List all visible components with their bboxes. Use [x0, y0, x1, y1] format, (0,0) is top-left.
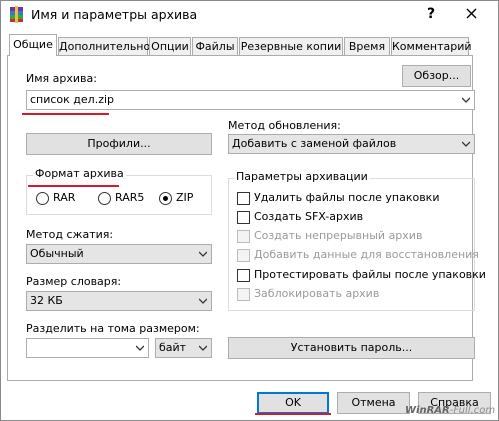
highlight-underline-ok — [255, 413, 331, 415]
update-method-value: Добавить с заменой файлов — [232, 137, 397, 150]
checkbox-create-sfx[interactable] — [237, 211, 250, 224]
radio-zip-label: ZIP — [176, 191, 194, 204]
split-unit-select[interactable]: байт — [155, 338, 212, 358]
tab-general[interactable]: Общие — [9, 34, 57, 56]
dictionary-value: 32 КБ — [30, 294, 63, 307]
checkbox-lock-archive-label: Заблокировать архив — [254, 287, 380, 300]
checkbox-test-files-label: Протестировать файлы после упаковки — [254, 268, 486, 281]
split-label: Разделить на тома размером: — [26, 322, 200, 335]
title-bar: Имя и параметры архива ? — [1, 1, 498, 29]
update-method-label: Метод обновления: — [228, 119, 341, 132]
radio-rar5[interactable] — [98, 192, 111, 205]
set-password-button[interactable]: Установить пароль... — [228, 337, 475, 359]
profiles-button[interactable]: Профили... — [26, 133, 212, 155]
dictionary-label: Размер словаря: — [26, 275, 122, 288]
dictionary-select[interactable]: 32 КБ — [26, 291, 212, 311]
watermark-suffix: -Full.com — [449, 405, 496, 416]
compression-label: Метод сжатия: — [26, 228, 114, 241]
highlight-underline-name — [22, 113, 109, 115]
checkbox-recovery-record-label: Добавить данные для восстановления — [254, 248, 479, 261]
split-unit-value: байт — [159, 341, 187, 354]
checkbox-delete-files[interactable] — [237, 192, 250, 205]
checkbox-recovery-record[interactable] — [237, 249, 250, 262]
radio-zip[interactable] — [159, 192, 172, 205]
chevron-down-icon — [199, 298, 207, 304]
highlight-underline-format — [28, 185, 119, 187]
archiving-options-title: Параметры архивации — [234, 170, 370, 183]
radio-rar[interactable] — [36, 192, 49, 205]
checkbox-solid-archive-label: Создать непрерывный архив — [254, 229, 423, 242]
tab-options[interactable]: Опции — [149, 37, 191, 55]
close-button[interactable] — [450, 3, 492, 25]
tab-advanced[interactable]: Дополнительно — [58, 37, 150, 55]
tab-backup[interactable]: Резервные копии — [239, 37, 343, 55]
ok-button[interactable]: OK — [257, 392, 329, 414]
checkbox-lock-archive[interactable] — [237, 288, 250, 301]
archive-dialog: Имя и параметры архива ? Общие Дополните… — [0, 0, 499, 421]
radio-rar-label: RAR — [53, 191, 76, 204]
watermark: WinRAR-Full.com — [405, 405, 495, 416]
watermark-brand: WinRAR — [405, 405, 450, 416]
cancel-button[interactable]: Отмена — [337, 392, 410, 414]
radio-rar5-label: RAR5 — [115, 191, 145, 204]
window-title: Имя и параметры архива — [31, 7, 198, 22]
checkbox-test-files[interactable] — [237, 269, 250, 282]
checkbox-create-sfx-label: Создать SFX-архив — [254, 210, 364, 223]
compression-select[interactable]: Обычный — [26, 244, 212, 264]
checkbox-delete-files-label: Удалить файлы после упаковки — [254, 191, 440, 204]
chevron-down-icon — [199, 345, 207, 351]
chevron-down-icon — [462, 141, 470, 147]
archive-name-label: Имя архива: — [26, 72, 97, 85]
split-size-input[interactable] — [26, 338, 149, 358]
chevron-down-icon — [136, 345, 144, 351]
chevron-down-icon — [462, 97, 470, 103]
help-title-button[interactable]: ? — [417, 3, 445, 25]
compression-value: Обычный — [30, 247, 84, 260]
archive-format-title: Формат архива — [33, 167, 126, 180]
archive-name-input[interactable]: список дел.zip — [26, 90, 475, 110]
tab-files[interactable]: Файлы — [192, 37, 238, 55]
close-icon — [466, 8, 476, 19]
winrar-app-icon — [8, 6, 25, 23]
tab-time[interactable]: Время — [344, 37, 390, 55]
tab-comment[interactable]: Комментарий — [391, 37, 472, 55]
checkbox-solid-archive[interactable] — [237, 230, 250, 243]
archive-name-value: список дел.zip — [30, 93, 115, 106]
update-method-select[interactable]: Добавить с заменой файлов — [228, 134, 475, 154]
chevron-down-icon — [199, 251, 207, 257]
radio-selected-dot — [163, 196, 168, 201]
browse-button[interactable]: Обзор... — [402, 65, 471, 87]
